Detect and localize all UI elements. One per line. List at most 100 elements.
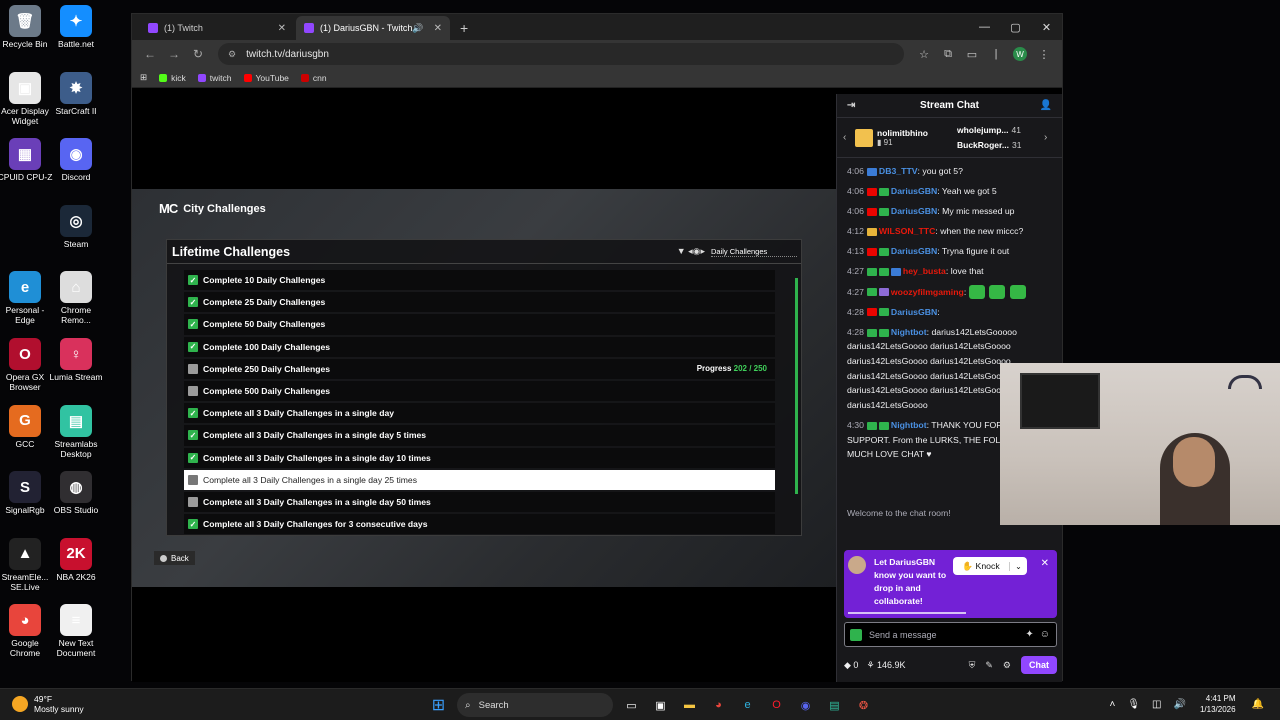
desktop-icon[interactable]: ▤ Streamlabs Desktop <box>48 404 104 459</box>
extensions-icon[interactable]: ⧉ <box>936 48 960 61</box>
community-icon[interactable]: 👤 <box>1040 100 1052 111</box>
url-field[interactable]: ⚙ twitch.tv/dariusgbn <box>218 43 904 65</box>
chat-badge-icon[interactable] <box>866 227 877 236</box>
challenge-row[interactable]: ✓ Complete all 3 Daily Challenges in a si… <box>184 447 775 468</box>
desktop-icon[interactable]: S SignalRgb <box>0 471 53 515</box>
desktop-icon[interactable]: 🗑 Recycle Bin <box>0 5 53 49</box>
challenge-row[interactable]: ✓ Complete 10 Daily Challenges <box>184 270 775 291</box>
challenge-row[interactable]: Complete 500 Daily Challenges <box>184 380 775 402</box>
reload-icon[interactable]: ↻ <box>186 47 210 61</box>
gifter-row[interactable]: BuckRoger... 31 <box>957 138 1021 153</box>
chat-username[interactable]: DariusGBN <box>891 246 937 256</box>
widgets-icon[interactable]: ▣ <box>650 694 672 716</box>
close-icon[interactable]: ✕ <box>1041 558 1049 569</box>
challenge-row[interactable]: ✓ Complete all 3 Daily Challenges for 3 c… <box>184 514 775 535</box>
chat-badge-icon[interactable] <box>866 268 877 277</box>
minimize-icon[interactable]: — <box>969 14 1000 40</box>
speaker-icon[interactable]: 🔊 <box>412 23 423 34</box>
chat-badge-icon[interactable] <box>878 248 889 257</box>
chat-send-button[interactable]: Chat <box>1021 656 1057 674</box>
chat-badge-icon[interactable] <box>878 268 889 277</box>
chat-badge-icon[interactable] <box>878 187 889 196</box>
challenge-row[interactable]: ✓ Complete all 3 Daily Challenges in a si… <box>184 425 775 446</box>
chat-badge-icon[interactable] <box>890 268 901 277</box>
chat-username[interactable]: Nightbot <box>891 327 927 337</box>
chat-badge-icon[interactable] <box>866 288 877 297</box>
chrome-icon[interactable]: ◕ <box>708 694 730 716</box>
close-tab-icon[interactable]: ✕ <box>434 23 442 34</box>
chat-badge-icon[interactable] <box>866 328 877 337</box>
chat-badge-icon[interactable] <box>866 187 877 196</box>
chat-username[interactable]: DariusGBN <box>891 307 937 317</box>
chat-badge-icon[interactable] <box>878 308 889 317</box>
file-explorer-icon[interactable]: ▬ <box>679 694 701 716</box>
celebrate-icon[interactable]: ✦ <box>1025 629 1033 640</box>
challenge-row[interactable]: Complete all 3 Daily Challenges in a sin… <box>184 491 775 513</box>
chat-username[interactable]: Nightbot <box>891 420 927 430</box>
pen-icon[interactable]: ✎ <box>985 660 993 671</box>
task-view-icon[interactable]: ▭ <box>621 694 643 716</box>
desktop-icon[interactable]: ⌂ Chrome Remo... <box>48 271 104 325</box>
chat-username[interactable]: DariusGBN <box>891 186 937 196</box>
chevron-up-icon[interactable]: ˄ <box>1110 699 1116 710</box>
desktop-icon[interactable]: ▦ CPUID CPU-Z <box>0 138 53 182</box>
chevron-right-icon[interactable]: › <box>1044 132 1056 143</box>
challenge-row[interactable]: ✓ Complete 25 Daily Challenges <box>184 292 775 313</box>
chat-username[interactable]: WILSON_TTC <box>879 226 935 236</box>
tab-dariusgbn[interactable]: (1) DariusGBN - Twitch 🔊 ✕ <box>296 16 450 40</box>
chat-username[interactable]: DB3_TTV <box>879 166 918 176</box>
chat-username[interactable]: hey_busta <box>903 266 946 276</box>
close-tab-icon[interactable]: ✕ <box>278 23 286 34</box>
chat-badge-icon[interactable] <box>878 207 889 216</box>
new-tab-button[interactable]: + <box>452 20 476 40</box>
apps-grid-icon[interactable]: ⊞ <box>140 72 147 83</box>
emote-icon[interactable] <box>968 285 985 300</box>
app-icon[interactable]: ❂ <box>853 694 875 716</box>
stream-video[interactable]: MC City Challenges Lifetime Challenges ▼… <box>132 94 836 682</box>
start-windows-icon[interactable]: ⊞ <box>428 694 450 716</box>
desktop-icon[interactable]: ✦ Battle.net <box>48 5 104 49</box>
forward-arrow-icon[interactable]: → <box>162 47 186 61</box>
volume-icon[interactable]: 🔊 <box>1174 699 1186 710</box>
chat-badge-icon[interactable] <box>878 328 889 337</box>
emote-picker-icon[interactable]: ☺ <box>1040 629 1050 640</box>
bookmark-twitch[interactable]: twitch <box>197 73 232 83</box>
network-icon[interactable]: ◫ <box>1152 699 1161 710</box>
shield-icon[interactable]: ⛨ <box>969 660 976 671</box>
microphone-icon[interactable]: 🎙 <box>1127 699 1140 710</box>
desktop-icon[interactable]: ✸ StarCraft II <box>48 71 104 116</box>
chat-badge-icon[interactable] <box>866 421 877 430</box>
challenge-row[interactable]: ✓ Complete 50 Daily Challenges <box>184 314 775 335</box>
clock[interactable]: 4:41 PM 1/13/2026 <box>1200 693 1236 715</box>
desktop-icon[interactable]: ▲ StreamEle... SE.Live <box>0 537 53 592</box>
emote-icon[interactable] <box>1009 285 1026 300</box>
knock-button[interactable]: ✋ Knock ⌄ <box>953 557 1027 575</box>
chat-username[interactable]: woozyfilmgaming <box>891 287 964 297</box>
desktop-icon[interactable]: e Personal - Edge <box>0 271 53 325</box>
challenge-row[interactable]: ✓ Complete 100 Daily Challenges <box>184 336 775 357</box>
challenge-row[interactable]: Complete all 3 Daily Challenges in a sin… <box>184 469 775 490</box>
bookmark-youtube[interactable]: YouTube <box>243 73 289 83</box>
collapse-chat-icon[interactable]: ⇥ <box>847 100 855 111</box>
chat-badge-icon[interactable] <box>866 207 877 216</box>
opera-icon[interactable]: O <box>766 694 788 716</box>
chat-input[interactable]: Send a message ✦ ☺ <box>844 622 1057 647</box>
bookmark-kick[interactable]: kick <box>159 73 186 83</box>
gifter-row[interactable]: wholejump... 41 <box>957 123 1021 138</box>
edge-icon[interactable]: e <box>737 694 759 716</box>
gear-icon[interactable]: ⚙ <box>1003 660 1011 671</box>
site-info-icon[interactable]: ⚙ <box>228 49 236 60</box>
back-arrow-icon[interactable]: ← <box>138 47 162 61</box>
challenge-row[interactable]: Complete 250 Daily Challenges Progress 20… <box>184 358 775 379</box>
challenge-row[interactable]: ✓ Complete all 3 Daily Challenges in a si… <box>184 403 775 424</box>
close-window-icon[interactable]: ✕ <box>1031 14 1062 40</box>
menu-kebab-icon[interactable]: ⋮ <box>1032 48 1056 61</box>
notification-bell-icon[interactable]: 🔔 <box>1252 699 1264 710</box>
desktop-icon[interactable]: ◉ Discord <box>48 138 104 182</box>
streamlabs-icon[interactable]: ▤ <box>824 694 846 716</box>
bookmark-cnn[interactable]: cnn <box>300 73 327 83</box>
maximize-icon[interactable]: ▢ <box>1000 14 1031 40</box>
bookmark-star-icon[interactable]: ☆ <box>912 48 936 61</box>
desktop-icon[interactable]: O Opera GX Browser <box>0 338 53 392</box>
desktop-icon[interactable]: ♀ Lumia Stream <box>48 338 104 382</box>
